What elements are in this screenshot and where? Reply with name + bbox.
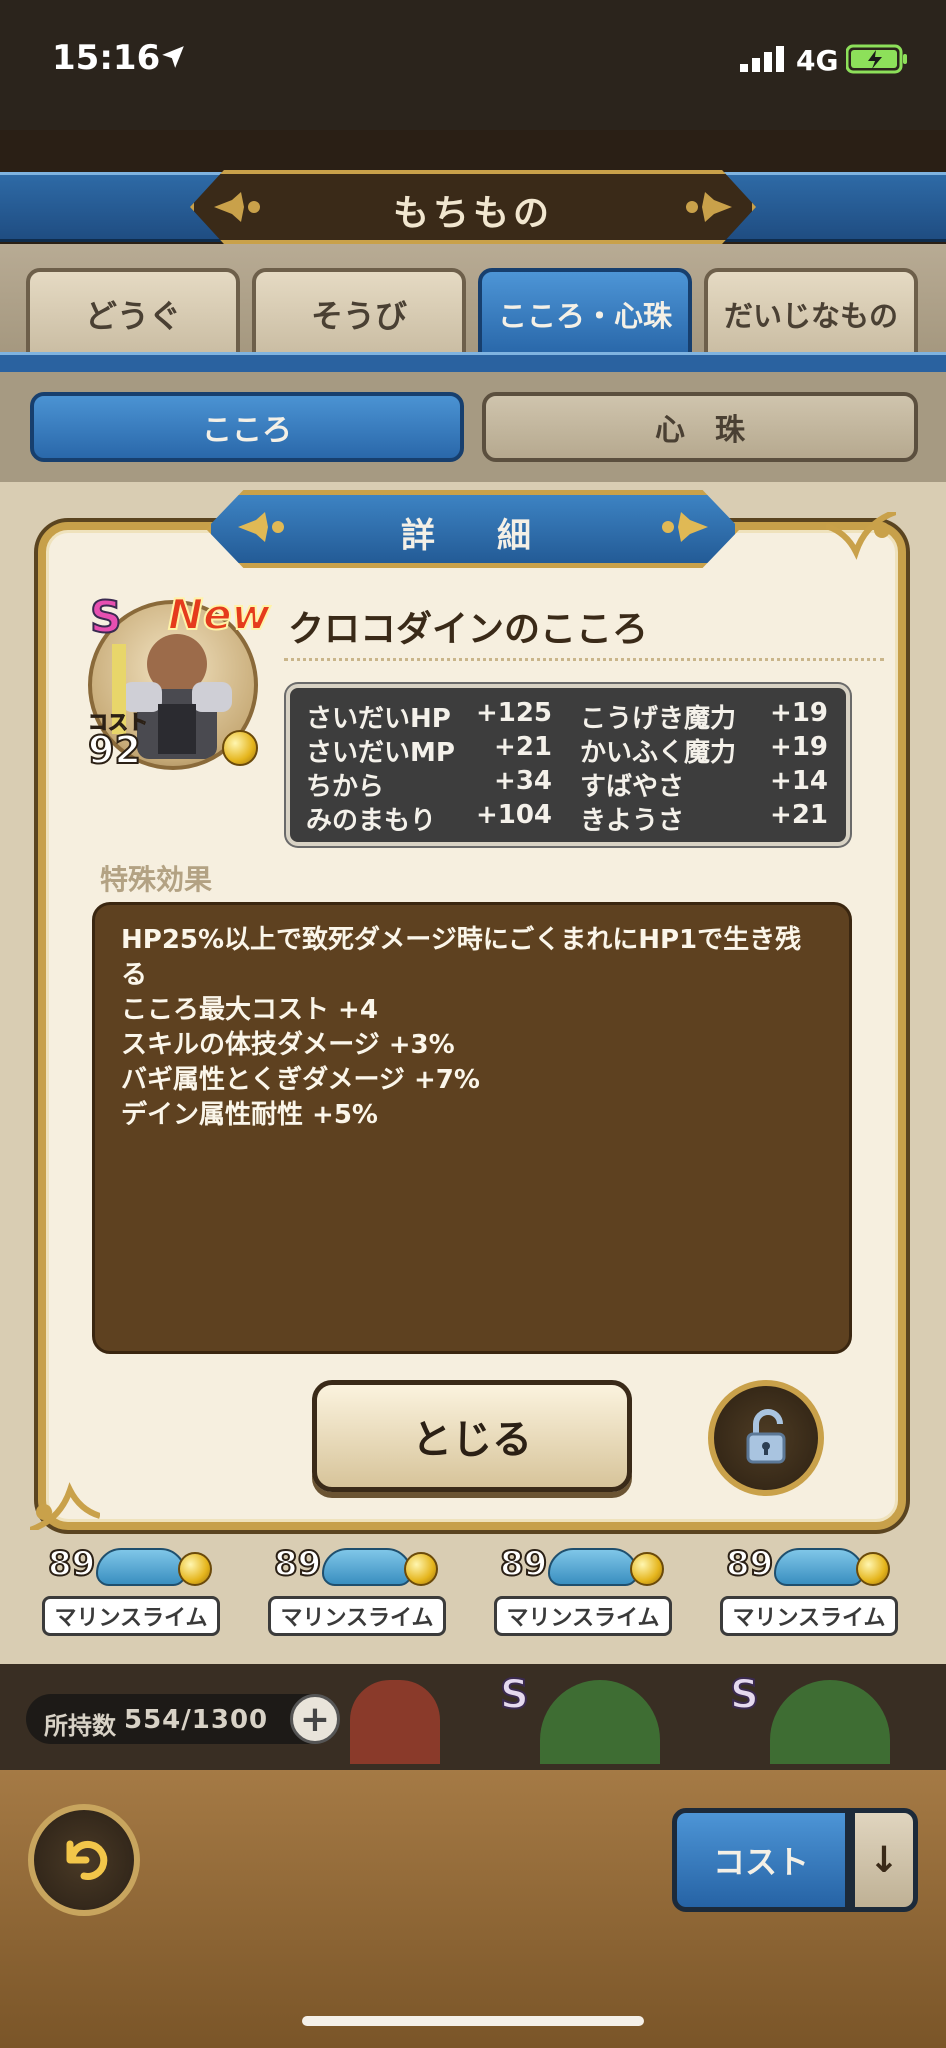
- battery-charging-icon: [846, 44, 907, 74]
- slime-icon: [548, 1548, 638, 1586]
- cost-value: 92: [87, 727, 142, 773]
- stat-label: すばやさ: [580, 772, 685, 802]
- corner-ornament-icon: [30, 1482, 100, 1530]
- tab-hearts[interactable]: こころ・心珠: [478, 268, 692, 360]
- monster-portrait[interactable]: [350, 1680, 440, 1764]
- stat-value: +21: [770, 800, 828, 830]
- rank-badge: S: [499, 1671, 530, 1719]
- dialog-title: 詳 細: [401, 516, 545, 556]
- page-title: もちもの: [392, 193, 553, 234]
- stat-label: ちから: [306, 772, 385, 802]
- effect-line: こころ最大コスト +4: [121, 995, 378, 1025]
- coin-icon: [404, 1552, 438, 1586]
- stat-value: +104: [475, 800, 552, 830]
- special-effect-panel: HP25%以上で致死ダメージ時にごくまれにHP1で生き残 る こころ最大コスト …: [92, 902, 852, 1354]
- card-name[interactable]: マリンスライム: [268, 1596, 446, 1636]
- tab-equipment[interactable]: そうび: [252, 268, 466, 360]
- back-arrow-icon: [66, 1840, 108, 1880]
- sort-order-button[interactable]: ↓: [850, 1808, 918, 1912]
- tab-key-items[interactable]: だいじなもの: [704, 268, 918, 360]
- signal-bars-icon: [740, 46, 784, 72]
- subtab-shinju[interactable]: 心 珠: [482, 392, 918, 462]
- card-level: 89: [499, 1543, 548, 1585]
- stat-value: +125: [475, 698, 552, 728]
- rank-badge: S: [89, 591, 123, 644]
- expand-inventory-button[interactable]: +: [290, 1694, 340, 1744]
- tab-items[interactable]: どうぐ: [26, 268, 240, 360]
- stat-label: さいだいHP: [306, 704, 451, 734]
- card-level: 89: [725, 1543, 774, 1585]
- status-time: 15:16: [52, 38, 161, 78]
- network-type: 4G: [796, 44, 839, 77]
- effect-line: スキルの体技ダメージ +3%: [121, 1030, 455, 1060]
- effect-line: る: [121, 960, 148, 990]
- effect-line: バギ属性とくぎダメージ +7%: [121, 1065, 480, 1095]
- coin-icon: [178, 1552, 212, 1586]
- special-effect-heading: 特殊効果: [100, 863, 213, 896]
- coin-icon: [856, 1552, 890, 1586]
- card-name[interactable]: マリンスライム: [720, 1596, 898, 1636]
- cost-sort-button[interactable]: コスト: [672, 1808, 850, 1912]
- coin-icon: [630, 1552, 664, 1586]
- coin-icon: [222, 730, 258, 766]
- stat-label: さいだいMP: [306, 738, 455, 768]
- stat-label: こうげき魔力: [580, 704, 737, 734]
- stat-value: +34: [494, 766, 552, 796]
- heart-name: クロコダインのこころ: [288, 609, 649, 650]
- slime-icon: [322, 1548, 412, 1586]
- slime-icon: [774, 1548, 864, 1586]
- home-indicator[interactable]: [302, 2016, 644, 2026]
- unlocked-padlock-icon: [746, 1409, 786, 1464]
- card-name[interactable]: マリンスライム: [42, 1596, 220, 1636]
- slime-icon: [96, 1548, 186, 1586]
- rank-badge: S: [729, 1671, 760, 1719]
- stat-value: +21: [494, 732, 552, 762]
- subtab-kokoro[interactable]: こころ: [30, 392, 464, 462]
- divider: [284, 658, 884, 661]
- close-button[interactable]: とじる: [312, 1380, 632, 1492]
- card-level: 89: [273, 1543, 322, 1585]
- card-level: 89: [47, 1543, 96, 1585]
- stat-value: +14: [770, 766, 828, 796]
- effect-line: HP25%以上で致死ダメージ時にごくまれにHP1で生き残: [121, 925, 802, 955]
- corner-ornament-icon: [826, 512, 896, 560]
- location-arrow-icon: [162, 46, 184, 68]
- back-button[interactable]: [28, 1804, 140, 1916]
- inventory-count-label: 所持数: [44, 1712, 116, 1740]
- stat-value: +19: [770, 698, 828, 728]
- stat-label: きようさ: [580, 806, 685, 836]
- inventory-count-value: 554/1300: [124, 1705, 269, 1735]
- tab-underline: [0, 352, 946, 372]
- stat-label: かいふく魔力: [580, 738, 737, 768]
- stat-value: +19: [770, 732, 828, 762]
- effect-line: デイン属性耐性 +5%: [121, 1100, 378, 1130]
- card-name[interactable]: マリンスライム: [494, 1596, 672, 1636]
- stat-label: みのまもり: [306, 806, 437, 836]
- new-badge: New: [167, 589, 271, 640]
- lock-toggle-button[interactable]: [708, 1380, 824, 1496]
